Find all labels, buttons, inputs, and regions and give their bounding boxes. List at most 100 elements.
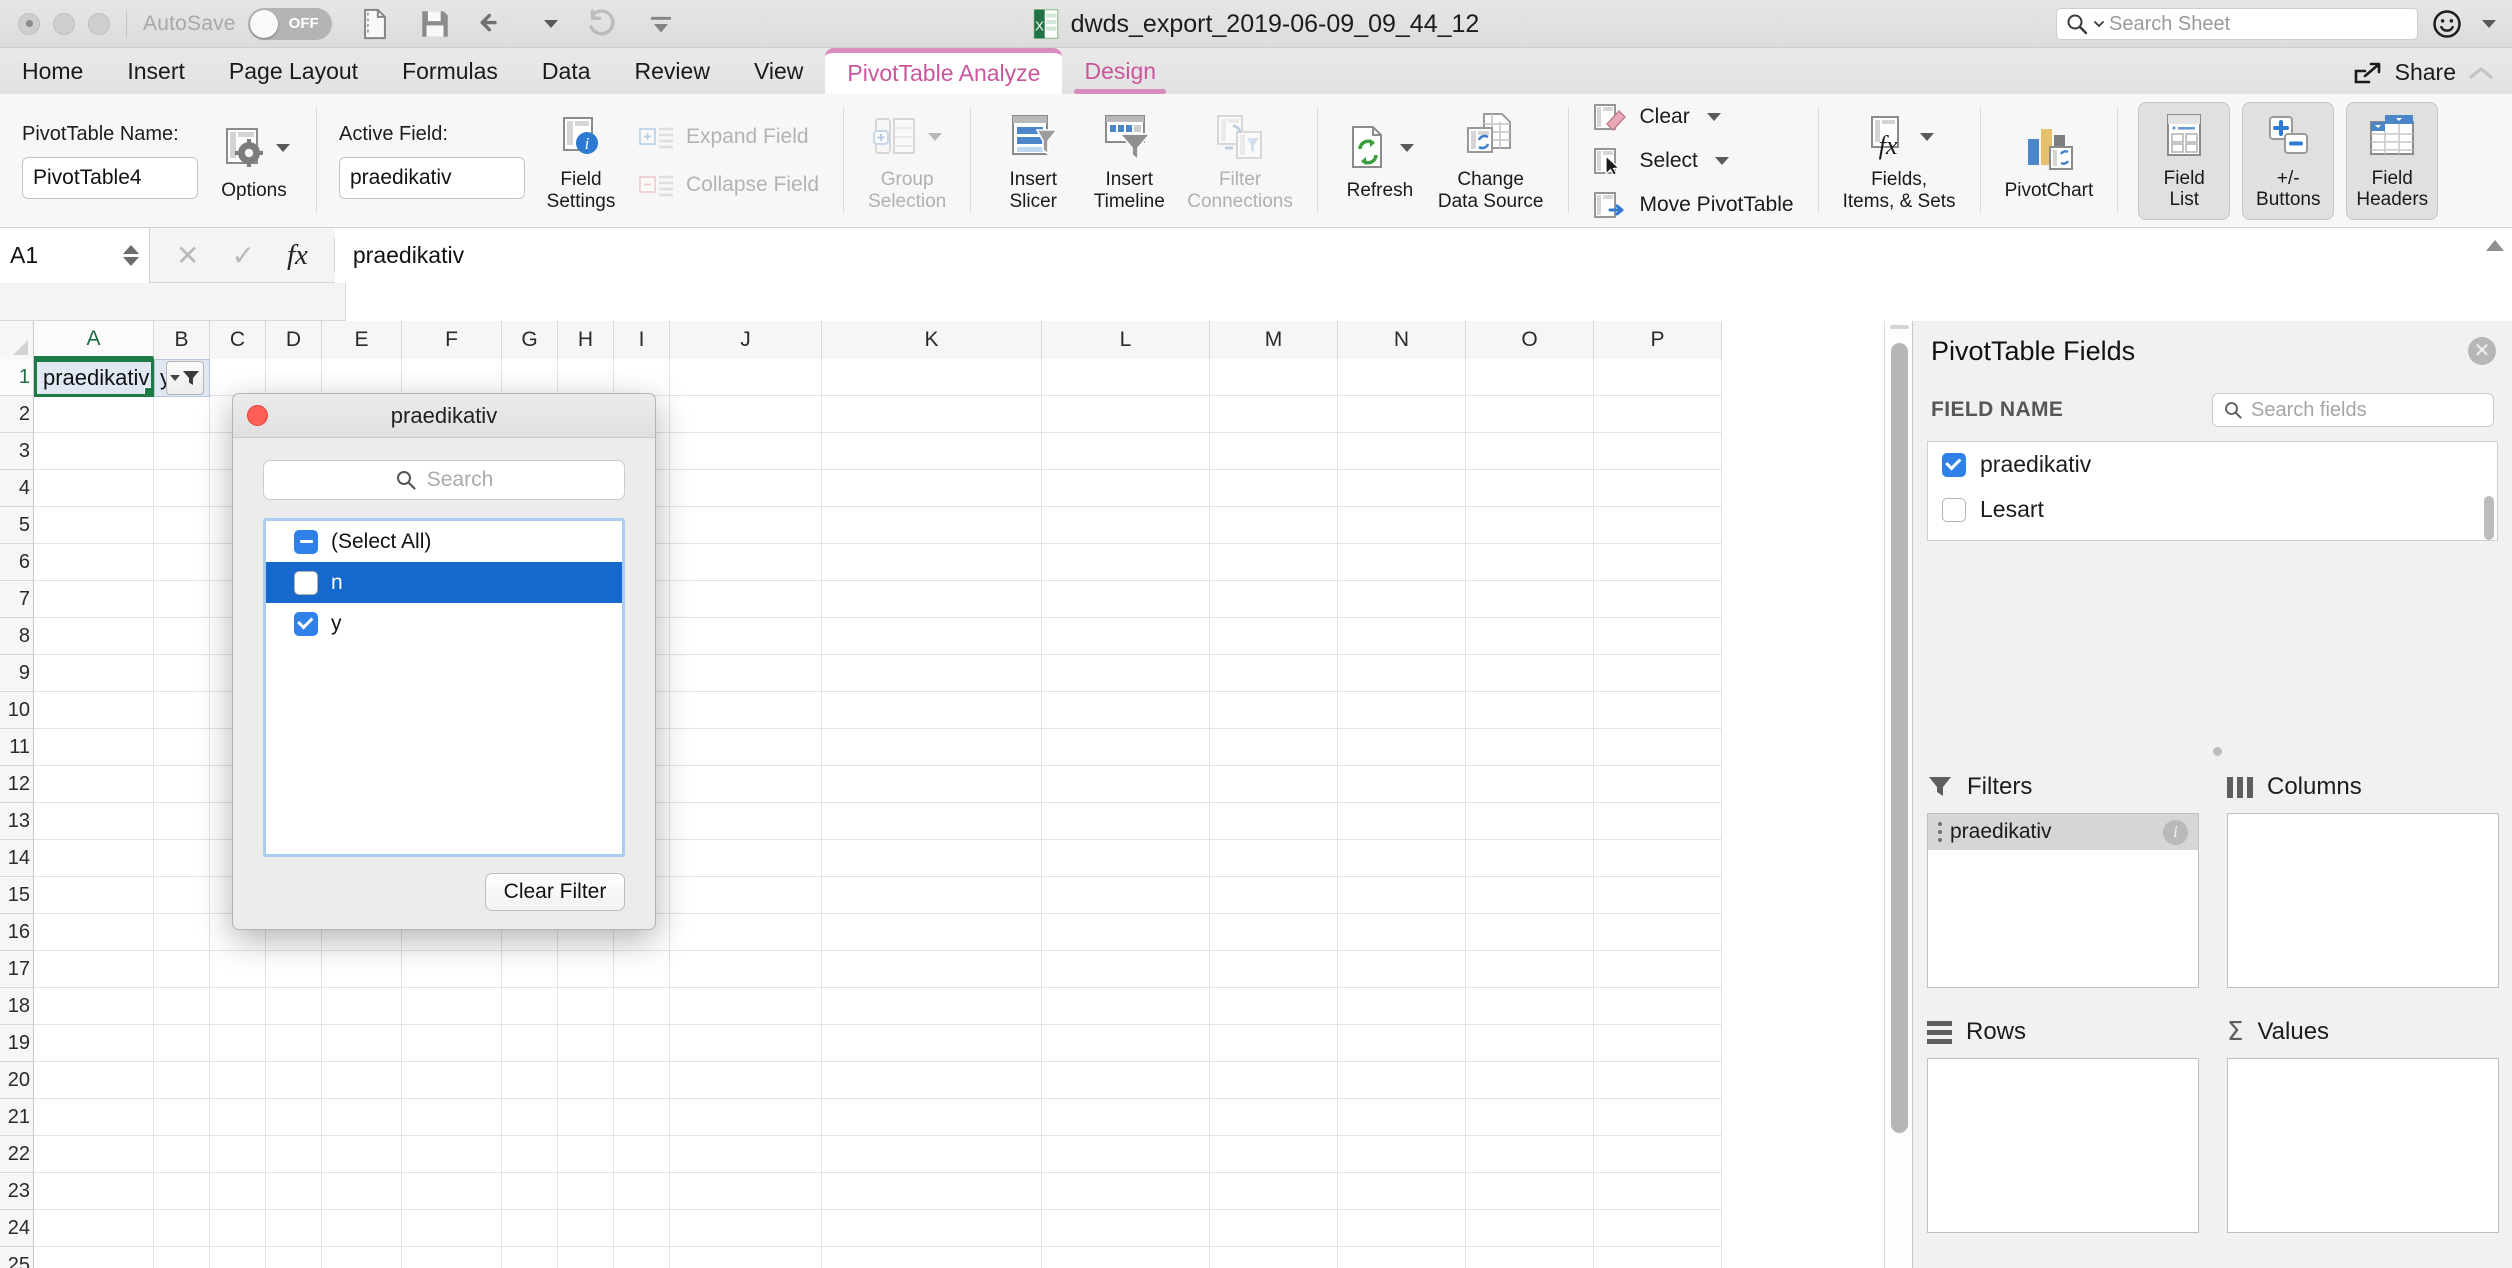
cell-A17[interactable]: [34, 951, 154, 988]
cell-B10[interactable]: [154, 692, 210, 729]
cell-A24[interactable]: [34, 1210, 154, 1247]
cell-K1[interactable]: [822, 359, 1042, 396]
cell-E24[interactable]: [322, 1210, 402, 1247]
cell-F25[interactable]: [402, 1247, 502, 1268]
cell-M22[interactable]: [1210, 1136, 1338, 1173]
pivot-filter-dropdown-button[interactable]: [166, 361, 204, 395]
cell-C24[interactable]: [210, 1210, 266, 1247]
options-dropdown-caret[interactable]: [276, 143, 290, 152]
filter-connections-button[interactable]: Filter Connections: [1177, 101, 1303, 221]
cell-G23[interactable]: [502, 1173, 558, 1210]
cell-M5[interactable]: [1210, 507, 1338, 544]
active-field-field[interactable]: Active Field: praedikativ: [331, 123, 533, 199]
new-file-icon[interactable]: [358, 7, 392, 41]
insert-function-icon[interactable]: fx: [287, 239, 308, 272]
cell-A4[interactable]: [34, 470, 154, 507]
cell-G20[interactable]: [502, 1062, 558, 1099]
zone-columns-box[interactable]: [2227, 813, 2499, 988]
cell-H20[interactable]: [558, 1062, 614, 1099]
row-header-17[interactable]: 17: [0, 951, 34, 988]
row-header-11[interactable]: 11: [0, 729, 34, 766]
column-header-I[interactable]: I: [614, 321, 670, 359]
cell-D25[interactable]: [266, 1247, 322, 1268]
cell-O25[interactable]: [1466, 1247, 1594, 1268]
cell-E22[interactable]: [322, 1136, 402, 1173]
cell-J15[interactable]: [670, 877, 822, 914]
cell-O16[interactable]: [1466, 914, 1594, 951]
pivotchart-button[interactable]: PivotChart: [1995, 101, 2104, 221]
cell-M4[interactable]: [1210, 470, 1338, 507]
cell-K21[interactable]: [822, 1099, 1042, 1136]
cell-F22[interactable]: [402, 1136, 502, 1173]
cell-H1[interactable]: [558, 359, 614, 396]
info-icon[interactable]: i: [2163, 819, 2188, 845]
row-header-21[interactable]: 21: [0, 1099, 34, 1136]
cell-K3[interactable]: [822, 433, 1042, 470]
cell-P16[interactable]: [1594, 914, 1722, 951]
cell-P19[interactable]: [1594, 1025, 1722, 1062]
cell-O5[interactable]: [1466, 507, 1594, 544]
cell-K22[interactable]: [822, 1136, 1042, 1173]
cell-L21[interactable]: [1042, 1099, 1210, 1136]
cell-J22[interactable]: [670, 1136, 822, 1173]
grid-row[interactable]: [34, 1062, 1722, 1099]
cell-M10[interactable]: [1210, 692, 1338, 729]
cell-N25[interactable]: [1338, 1247, 1466, 1268]
row-header-12[interactable]: 12: [0, 766, 34, 803]
cell-D24[interactable]: [266, 1210, 322, 1247]
cell-A15[interactable]: [34, 877, 154, 914]
cell-M21[interactable]: [1210, 1099, 1338, 1136]
cell-B20[interactable]: [154, 1062, 210, 1099]
group-dropdown-caret[interactable]: [928, 133, 943, 142]
row-header-10[interactable]: 10: [0, 692, 34, 729]
tab-page-layout[interactable]: Page Layout: [207, 48, 380, 94]
filter-item-list[interactable]: (Select All) n y: [263, 518, 625, 857]
cell-N19[interactable]: [1338, 1025, 1466, 1062]
tab-formulas[interactable]: Formulas: [380, 48, 520, 94]
cell-G22[interactable]: [502, 1136, 558, 1173]
cell-B16[interactable]: [154, 914, 210, 951]
cell-B5[interactable]: [154, 507, 210, 544]
cell-A10[interactable]: [34, 692, 154, 729]
cell-A8[interactable]: [34, 618, 154, 655]
panel-resize-handle[interactable]: [2212, 747, 2222, 756]
cell-N16[interactable]: [1338, 914, 1466, 951]
grid-row[interactable]: [34, 1099, 1722, 1136]
cell-C21[interactable]: [210, 1099, 266, 1136]
cell-D19[interactable]: [266, 1025, 322, 1062]
select-all-corner[interactable]: [0, 321, 34, 359]
grid-row[interactable]: [34, 359, 1722, 396]
cell-I23[interactable]: [614, 1173, 670, 1210]
cell-N2[interactable]: [1338, 396, 1466, 433]
cell-E1[interactable]: [322, 359, 402, 396]
cell-L13[interactable]: [1042, 803, 1210, 840]
cell-H19[interactable]: [558, 1025, 614, 1062]
cell-L22[interactable]: [1042, 1136, 1210, 1173]
cell-J5[interactable]: [670, 507, 822, 544]
cell-N8[interactable]: [1338, 618, 1466, 655]
cell-M15[interactable]: [1210, 877, 1338, 914]
cell-A21[interactable]: [34, 1099, 154, 1136]
cell-K5[interactable]: [822, 507, 1042, 544]
tab-design[interactable]: Design: [1062, 48, 1178, 94]
cell-A3[interactable]: [34, 433, 154, 470]
cell-P13[interactable]: [1594, 803, 1722, 840]
cell-M3[interactable]: [1210, 433, 1338, 470]
cell-M9[interactable]: [1210, 655, 1338, 692]
cell-G18[interactable]: [502, 988, 558, 1025]
cell-O17[interactable]: [1466, 951, 1594, 988]
cell-C1[interactable]: [210, 359, 266, 396]
cell-M8[interactable]: [1210, 618, 1338, 655]
save-icon[interactable]: [418, 7, 452, 41]
pivot-field-list-scrollbar[interactable]: [2484, 496, 2494, 540]
cell-B13[interactable]: [154, 803, 210, 840]
cell-A25[interactable]: [34, 1247, 154, 1268]
cell-L3[interactable]: [1042, 433, 1210, 470]
cell-B18[interactable]: [154, 988, 210, 1025]
cell-N9[interactable]: [1338, 655, 1466, 692]
undo-icon[interactable]: [478, 7, 512, 41]
account-dropdown-caret[interactable]: [2482, 20, 2496, 28]
filter-item-y[interactable]: y: [266, 603, 622, 644]
cell-A6[interactable]: [34, 544, 154, 581]
vertical-scrollbar-thumb[interactable]: [1891, 343, 1908, 1133]
